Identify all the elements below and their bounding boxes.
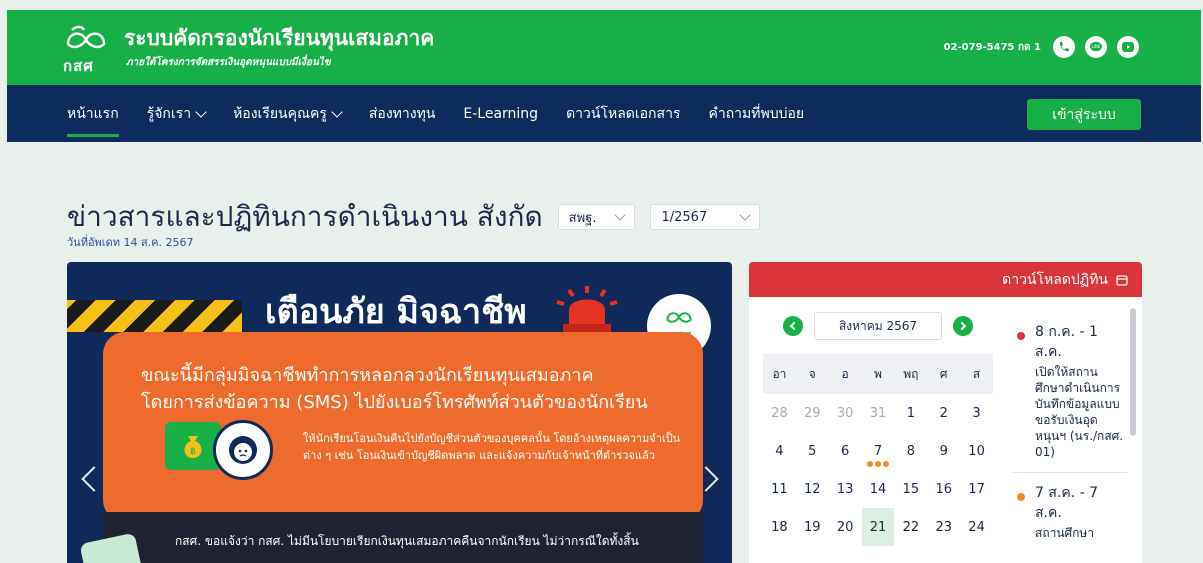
chevron-down-icon bbox=[195, 105, 207, 118]
calendar-day-today[interactable]: 21 bbox=[861, 508, 895, 546]
calendar-day[interactable]: 10 bbox=[960, 432, 993, 470]
calendar-day[interactable]: 14 bbox=[862, 470, 895, 508]
calendar-day[interactable]: 13 bbox=[829, 470, 862, 508]
login-button[interactable]: เข้าสู่ระบบ bbox=[1027, 99, 1141, 130]
event-scrollbar[interactable] bbox=[1130, 308, 1136, 436]
event-description: สถานศึกษา bbox=[1035, 526, 1095, 540]
calendar-day[interactable]: 20 bbox=[829, 508, 862, 546]
youtube-icon[interactable] bbox=[1117, 36, 1139, 58]
calendar-icon bbox=[1116, 274, 1128, 286]
calendar-day[interactable]: 30 bbox=[829, 394, 862, 432]
news-banner[interactable]: เตือนภัย มิจฉาชีพ กสศ ขณะนี้มีกลุ่มมิจฉา… bbox=[67, 262, 732, 563]
phone-icon[interactable] bbox=[1053, 36, 1075, 58]
calendar-nav: สิงหาคม 2567 bbox=[763, 312, 993, 340]
calendar-day[interactable]: 3 bbox=[960, 394, 993, 432]
calendar-day[interactable]: 28 bbox=[763, 394, 796, 432]
calendar-panel: ดาวน์โหลดปฏิทิน สิงหาคม 2567 อา จ อ พ พฤ… bbox=[749, 262, 1142, 563]
nav-teacher-room[interactable]: ห้องเรียนคุณครู bbox=[233, 103, 343, 125]
nav-home[interactable]: หน้าแรก bbox=[67, 103, 119, 137]
calendar-day[interactable]: 11 bbox=[763, 470, 796, 508]
event-item[interactable]: 7 ส.ค. - 7 ส.ค. สถานศึกษา bbox=[1011, 483, 1127, 541]
site-header: กสศ ระบบคัดกรองนักเรียนทุนเสมอภาค ภายใต้… bbox=[7, 10, 1201, 85]
calendar-day[interactable]: 18 bbox=[763, 508, 796, 546]
nav-about[interactable]: รู้จักเรา bbox=[147, 103, 207, 125]
calendar-day[interactable]: 16 bbox=[927, 470, 960, 508]
banner-title: เตือนภัย มิจฉาชีพ bbox=[265, 292, 527, 332]
divider bbox=[1011, 472, 1127, 473]
svg-text:LINE: LINE bbox=[1092, 44, 1101, 49]
event-item[interactable]: 8 ก.ค. - 1 ส.ค. เปิดให้สถานศึกษาดำเนินกา… bbox=[1011, 322, 1127, 460]
calendar-day[interactable]: 6 bbox=[829, 432, 862, 470]
calendar-day[interactable]: 29 bbox=[796, 394, 829, 432]
calendar-day[interactable]: 8 bbox=[894, 432, 927, 470]
calendar-day[interactable]: 17 bbox=[960, 470, 993, 508]
event-date: 7 ส.ค. - 7 ส.ค. bbox=[1035, 485, 1099, 521]
svg-text:฿: ฿ bbox=[190, 447, 196, 457]
calendar-day[interactable]: 15 bbox=[894, 470, 927, 508]
banner-line-2: โดยการส่งข้อความ (SMS) ไปยังเบอร์โทรศัพท… bbox=[141, 392, 648, 413]
logo-text[interactable]: กสศ bbox=[63, 54, 94, 78]
contact-bar: 02-079-5475 กด 1 LINE bbox=[944, 36, 1139, 58]
chevron-right-icon bbox=[957, 321, 967, 331]
event-dot-icon bbox=[1017, 332, 1025, 340]
siren-icon bbox=[556, 286, 618, 332]
phone-illustration-icon bbox=[79, 532, 143, 563]
calendar-day[interactable]: 4 bbox=[763, 432, 796, 470]
calendar-widget: สิงหาคม 2567 อา จ อ พ พฤ ศ ส 28 29 30 31… bbox=[763, 312, 993, 546]
site-title[interactable]: ระบบคัดกรองนักเรียนทุนเสมอภาค bbox=[124, 22, 434, 55]
affiliation-select[interactable]: สพฐ. bbox=[557, 204, 636, 230]
nav-elearning[interactable]: E-Learning bbox=[463, 106, 538, 122]
site-subtitle: ภายใต้โครงการจัดสรรเงินอุดหนุนแบบมีเงื่อ… bbox=[126, 57, 331, 68]
calendar-day[interactable]: 22 bbox=[894, 508, 927, 546]
event-date: 8 ก.ค. - 1 ส.ค. bbox=[1035, 324, 1098, 360]
nav-scholarship[interactable]: ส่องทางทุน bbox=[369, 103, 436, 125]
calendar-day[interactable]: 23 bbox=[927, 508, 960, 546]
event-description: เปิดให้สถานศึกษาดำเนินการบันทึกข้อมูลแบบ… bbox=[1035, 365, 1124, 459]
worried-face-icon bbox=[213, 420, 273, 480]
download-calendar-button[interactable]: ดาวน์โหลดปฏิทิน bbox=[749, 262, 1142, 297]
logo-icon bbox=[66, 25, 106, 49]
chevron-down-icon bbox=[739, 209, 751, 221]
calendar-day[interactable]: 24 bbox=[960, 508, 993, 546]
nav-faq[interactable]: คำถามที่พบบ่อย bbox=[708, 103, 804, 125]
updated-date: วันที่อัพเดท 14 ส.ค. 2567 bbox=[67, 236, 194, 249]
phone-number: 02-079-5475 กด 1 bbox=[943, 41, 1041, 53]
calendar-day-with-events[interactable]: 7 bbox=[862, 432, 895, 470]
weekday-header: อา จ อ พ พฤ ศ ส bbox=[763, 354, 993, 394]
term-select[interactable]: 1/2567 bbox=[650, 204, 761, 230]
next-month-button[interactable] bbox=[953, 316, 973, 336]
calendar-day[interactable]: 19 bbox=[796, 508, 829, 546]
event-list: 8 ก.ค. - 1 ส.ค. เปิดให้สถานศึกษาดำเนินกา… bbox=[1011, 322, 1127, 553]
page-frame: กสศ ระบบคัดกรองนักเรียนทุนเสมอภาค ภายใต้… bbox=[7, 10, 1201, 563]
warning-stripes bbox=[67, 300, 242, 332]
month-label: สิงหาคม 2567 bbox=[814, 312, 942, 340]
event-dots bbox=[866, 461, 889, 467]
event-dot-icon bbox=[1017, 493, 1025, 501]
main-nav: หน้าแรก รู้จักเรา ห้องเรียนคุณครู ส่องทา… bbox=[7, 85, 1201, 142]
chevron-down-icon bbox=[331, 105, 343, 118]
calendar-day[interactable]: 12 bbox=[796, 470, 829, 508]
calendar-day[interactable]: 5 bbox=[796, 432, 829, 470]
chevron-left-icon bbox=[789, 321, 799, 331]
calendar-day[interactable]: 1 bbox=[894, 394, 927, 432]
line-icon[interactable]: LINE bbox=[1085, 36, 1107, 58]
calendar-day[interactable]: 9 bbox=[927, 432, 960, 470]
nav-downloads[interactable]: ดาวน์โหลดเอกสาร bbox=[566, 103, 680, 125]
chevron-down-icon bbox=[614, 209, 627, 221]
calendar-days: 28 29 30 31 1 2 3 4 5 6 7 8 9 10 11 12 1… bbox=[763, 394, 993, 546]
calendar-day[interactable]: 2 bbox=[927, 394, 960, 432]
banner-bottom-text: กสศ. ขอแจ้งว่า กสศ. ไม่มีนโยบายเรียกเงิน… bbox=[175, 534, 639, 548]
banner-line-1: ขณะนี้มีกลุ่มมิจฉาชีพทำการหลอกลวงนักเรีย… bbox=[141, 365, 594, 386]
calendar-day[interactable]: 31 bbox=[862, 394, 895, 432]
banner-detail: ให้นักเรียนโอนเงินคืนไปยังบัญชีส่วนตัวขอ… bbox=[303, 432, 681, 462]
prev-month-button[interactable] bbox=[783, 316, 803, 336]
